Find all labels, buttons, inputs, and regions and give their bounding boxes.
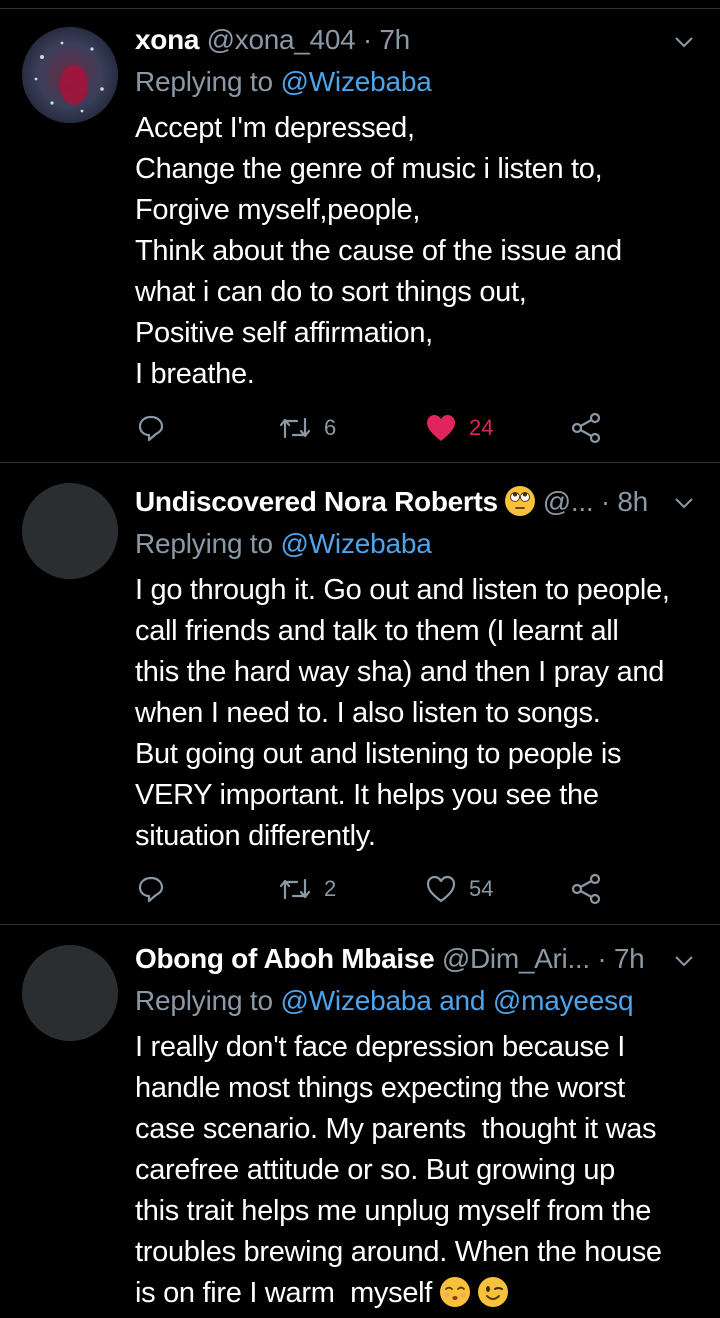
tweet-line: I really don't face depression because I <box>135 1031 626 1063</box>
tweet-line: troubles brewing around. When the house <box>135 1236 662 1268</box>
tweet-2[interactable]: Undiscovered Nora Roberts @... · 8h Repl… <box>0 463 720 924</box>
tweet-line: I go through it. Go out and listen to pe… <box>135 574 670 606</box>
tweet-3[interactable]: Obong of Aboh Mbaise @Dim_Ari... · 7h Re… <box>0 925 720 1318</box>
tweet-line: what i can do to sort things out, <box>135 276 527 308</box>
chevron-down-icon[interactable] <box>672 30 696 54</box>
share-button[interactable] <box>570 869 602 909</box>
tweet-line: Forgive myself,people, <box>135 194 421 226</box>
replying-to: Replying to @Wizebaba <box>135 524 432 564</box>
tweet-line: this trait helps me unplug myself from t… <box>135 1195 652 1227</box>
share-button[interactable] <box>570 408 602 448</box>
tweet-line: is on fire I warm myself <box>135 1277 433 1309</box>
tweet-text: Accept I'm depressed, Change the genre o… <box>135 108 710 395</box>
tweet-line: case scenario. My parents thought it was <box>135 1113 657 1145</box>
tweet-text: I go through it. Go out and listen to pe… <box>135 570 710 857</box>
display-name[interactable]: Obong of Aboh Mbaise <box>135 943 435 974</box>
chevron-down-icon[interactable] <box>672 949 696 973</box>
mention-link[interactable]: @Wizebaba <box>280 66 431 97</box>
avatar[interactable] <box>22 27 118 123</box>
replying-label: Replying to <box>135 528 281 559</box>
tweet-header: xona @xona_404 · 7h <box>135 22 690 58</box>
like-button[interactable]: 24 <box>425 408 493 448</box>
tweet-line: situation differently. <box>135 820 376 852</box>
timestamp[interactable]: · 7h <box>597 943 644 974</box>
avatar-image <box>22 27 118 123</box>
tweet-1[interactable]: xona @xona_404 · 7h Replying to @Wizebab… <box>0 0 720 462</box>
winking-face-emoji <box>477 1277 508 1307</box>
retweet-button[interactable]: 2 <box>278 869 336 909</box>
replying-label: Replying to <box>135 985 281 1016</box>
display-name[interactable]: xona <box>135 24 199 55</box>
timestamp[interactable]: · 8h <box>601 486 648 517</box>
mention-link[interactable]: @Wizebaba <box>280 985 431 1016</box>
reply-button[interactable] <box>136 408 166 448</box>
chevron-down-icon[interactable] <box>672 491 696 515</box>
tweet-line: call friends and talk to them (I learnt … <box>135 615 619 647</box>
reply-icon <box>138 415 164 442</box>
tweet-line: when I need to. I also listen to songs. <box>135 697 601 729</box>
mention-conjunction: and <box>431 985 493 1016</box>
heart-icon <box>426 875 456 903</box>
reply-icon <box>138 876 164 903</box>
timestamp[interactable]: · 7h <box>363 24 410 55</box>
avatar[interactable] <box>22 483 118 579</box>
tweet-actions: 2 54 <box>0 869 720 909</box>
like-count: 54 <box>469 876 494 901</box>
handle[interactable]: @Dim_Ari... <box>442 943 590 974</box>
tweet-actions: 6 24 <box>0 408 720 448</box>
mention-link[interactable]: @mayeesq <box>493 985 634 1016</box>
tweet-line: handle most things expecting the worst <box>135 1072 625 1104</box>
handle[interactable]: @xona_404 <box>207 24 356 55</box>
handle[interactable]: @... <box>543 486 594 517</box>
retweet-count: 6 <box>324 415 337 440</box>
kissing-face-with-smiling-eyes-emoji <box>439 1277 470 1307</box>
retweet-count: 2 <box>324 876 337 901</box>
tweet-line: Change the genre of music i listen to, <box>135 153 603 185</box>
like-button[interactable]: 54 <box>425 869 493 909</box>
replying-label: Replying to <box>135 66 281 97</box>
tweet-header: Obong of Aboh Mbaise @Dim_Ari... · 7h <box>135 941 690 977</box>
tweet-header: Undiscovered Nora Roberts @... · 8h <box>135 484 690 520</box>
replying-to: Replying to @Wizebaba and @mayeesq <box>135 981 634 1021</box>
mention-link[interactable]: @Wizebaba <box>280 528 431 559</box>
tweet-line: Think about the cause of the issue and <box>135 235 622 267</box>
retweet-icon <box>279 878 311 900</box>
tweet-line: But going out and listening to people is <box>135 738 622 770</box>
like-count: 24 <box>469 415 494 440</box>
tweet-line: carefree attitude or so. But growing up <box>135 1154 615 1186</box>
tweet-line: this the hard way sha) and then I pray a… <box>135 656 665 688</box>
tweet-last-line: is on fire I warm myself <box>135 1273 710 1314</box>
tweet-line: Accept I'm depressed, <box>135 112 415 144</box>
tweet-text: I really don't face depression because I… <box>135 1027 710 1314</box>
avatar[interactable] <box>22 945 118 1041</box>
tweet-line: I breathe. <box>135 358 255 390</box>
reply-button[interactable] <box>136 869 166 909</box>
heart-filled-icon <box>427 415 455 441</box>
face-with-rolling-eyes-emoji <box>505 486 536 516</box>
display-name[interactable]: Undiscovered Nora Roberts <box>135 486 498 517</box>
replying-to: Replying to @Wizebaba <box>135 62 432 102</box>
tweet-line: Positive self affirmation, <box>135 317 433 349</box>
share-icon <box>571 873 601 905</box>
retweet-button[interactable]: 6 <box>278 408 336 448</box>
share-icon <box>571 412 601 444</box>
tweet-line: VERY important. It helps you see the <box>135 779 599 811</box>
retweet-icon <box>279 417 311 439</box>
